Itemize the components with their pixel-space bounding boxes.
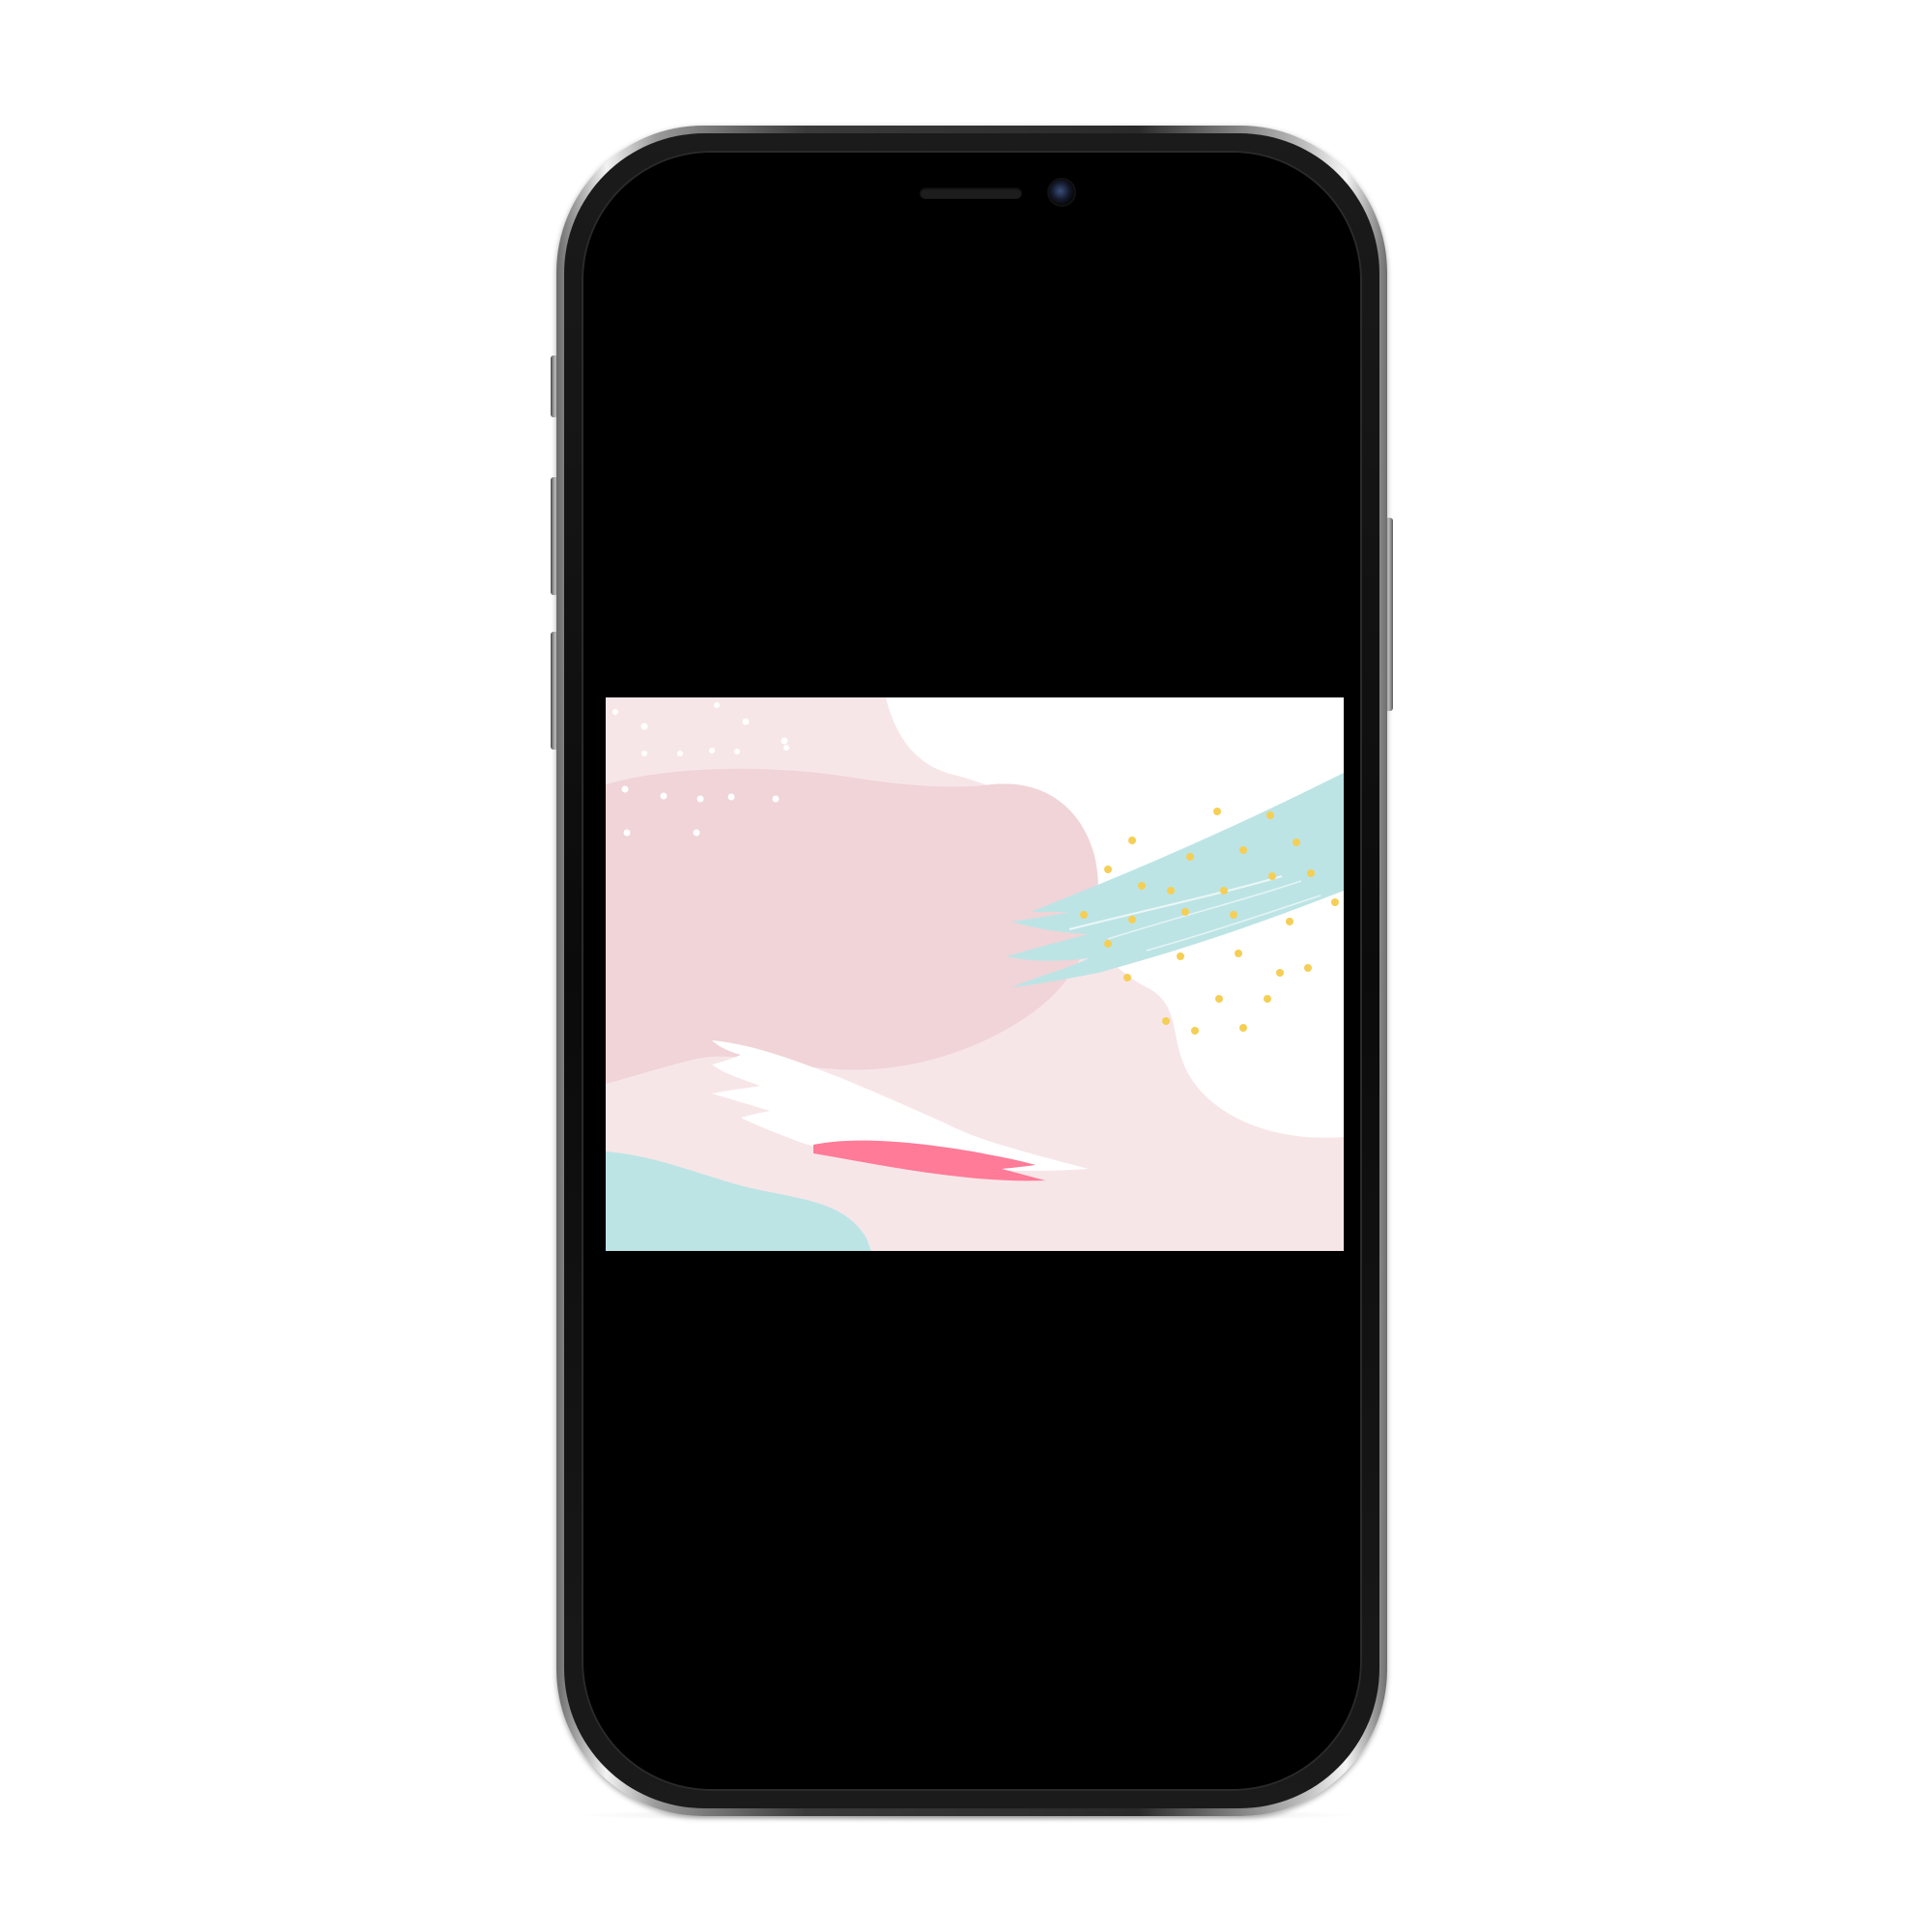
earpiece-speaker-icon [920, 187, 1022, 199]
front-camera-icon [1049, 180, 1074, 205]
wallpaper-artwork [606, 697, 1344, 1251]
wallpaper-image[interactable] [606, 697, 1344, 1251]
page-stage [0, 0, 1932, 1932]
